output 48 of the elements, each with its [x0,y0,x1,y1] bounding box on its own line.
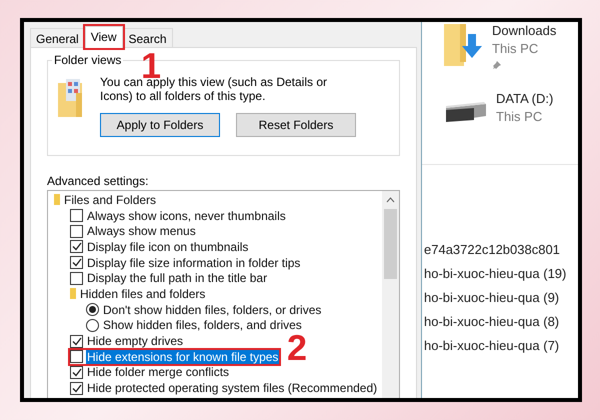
location-name[interactable]: DATA (D:) [496,90,554,108]
folder-icon [70,288,76,300]
file-name[interactable]: e74a3722c12b038c801 [424,241,560,259]
checkbox[interactable] [70,240,83,254]
group-title: Folder views [52,53,124,67]
group-label[interactable]: Hidden files and folders [79,286,206,301]
checkbox[interactable] [70,334,83,348]
file-name[interactable]: ho-bi-xuoc-hieu-qua (9) [424,289,560,307]
setting-label[interactable]: Hide empty drives [86,334,184,348]
option-label[interactable]: Don't show hidden files, folders, or drives [102,302,322,317]
drive-icon [444,102,488,124]
radio-button[interactable] [86,303,99,316]
dialog-button[interactable]: Reset Folders [236,113,356,137]
section-label: Advanced settings: [47,174,148,188]
group-label[interactable]: Files and Folders [63,192,158,207]
dialog-button[interactable]: Apply to Folders [100,113,220,137]
option-label[interactable]: Show hidden files, folders, and drives [102,318,303,332]
location-path: This PC [492,40,538,58]
scrollbar[interactable] [382,191,399,398]
checkbox[interactable] [70,350,83,364]
scroll-up-icon[interactable] [386,197,395,203]
file-name[interactable]: ho-bi-xuoc-hieu-qua (7) [424,337,560,355]
setting-label[interactable]: Hide protected operating system files (Recommended) [86,381,378,396]
setting-label[interactable]: Display the full path in the title bar [86,271,268,286]
checkbox[interactable] [70,224,83,238]
location-name[interactable]: Downloads [492,22,556,40]
tab[interactable]: General [30,28,85,47]
radio-button[interactable] [86,318,99,332]
checkbox[interactable] [70,366,83,379]
file-name[interactable]: ho-bi-xuoc-hieu-qua (19) [424,265,566,283]
pin-icon[interactable] [492,60,502,70]
checkbox[interactable] [70,256,83,270]
location-path: This PC [496,108,542,126]
setting-label[interactable]: Always show icons, never thumbnails [86,208,287,223]
download-folder-icon [444,24,484,66]
tab[interactable]: View [84,26,122,48]
step-number: 2 [287,330,308,366]
setting-label[interactable]: Always show menus [86,224,197,238]
checkbox[interactable] [70,382,83,395]
setting-label[interactable]: Hide extensions for known file types [86,350,280,364]
file-name[interactable]: ho-bi-xuoc-hieu-qua (8) [424,313,560,331]
setting-label[interactable]: Display file icon on thumbnails [86,240,250,254]
tab[interactable]: Search [122,28,173,47]
folder-icon [54,194,60,206]
setting-label[interactable]: Hide folder merge conflicts [86,365,230,380]
checkbox[interactable] [70,272,83,285]
setting-label[interactable]: Display file size information in folder tips [86,256,302,270]
checkbox[interactable] [70,209,83,222]
